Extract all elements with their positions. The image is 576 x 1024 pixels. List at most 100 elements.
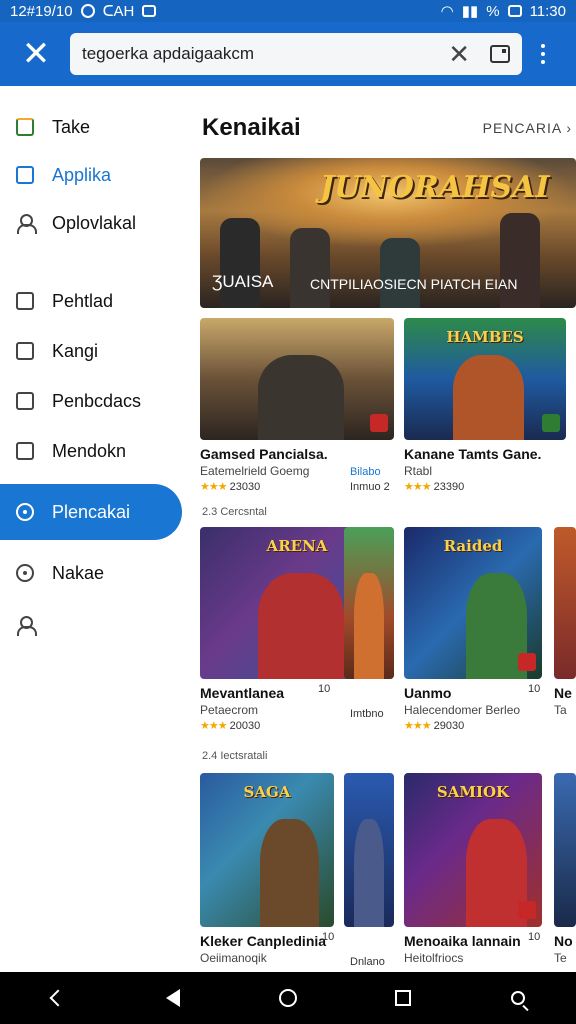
sidebar-item-label: Mendokn: [52, 440, 127, 461]
banner-title: JUNORAHSAI: [320, 170, 550, 205]
sidebar: Take Applika Oplovlakal Pehtlad Kangi Pe…: [0, 86, 190, 972]
game-subtitle: Rtabl: [404, 464, 433, 478]
game-card[interactable]: SAGA Kleker Canpledinia Oeiimanoqik: [200, 773, 334, 965]
sidebar-item-plencakai[interactable]: Plencakai: [0, 484, 182, 540]
clear-search-icon[interactable]: ✕: [448, 39, 470, 70]
more-menu-icon[interactable]: [538, 44, 548, 64]
search-box: ✕: [70, 33, 522, 75]
sidebar-item-penbcdacs[interactable]: Penbcdacs: [0, 374, 182, 428]
sidebar-item-mendokn[interactable]: Mendokn: [0, 424, 182, 478]
game-subtitle: Heitolfriocs: [404, 951, 464, 965]
game-title: Ne: [554, 685, 572, 701]
account-icon: [14, 212, 37, 234]
sidebar-item-label: Nakae: [52, 562, 105, 583]
section-title: Kenaikai: [202, 114, 301, 141]
game-rating: ★★★ 23390: [404, 481, 465, 493]
game-title: Uanmo: [404, 685, 452, 701]
card-note: Dnlano: [350, 956, 385, 968]
game-logo: Raided: [443, 537, 503, 555]
status-carrier: ᑕAH: [102, 3, 135, 20]
library-icon: [14, 290, 36, 312]
game-subtitle: Oeiimanoqik: [200, 951, 267, 965]
back-button[interactable]: [38, 978, 78, 1018]
book-icon: [14, 440, 36, 462]
sidebar-item-kangi[interactable]: Kangi: [0, 324, 182, 378]
status-time: 11:30: [529, 2, 566, 20]
game-logo: SAGA: [243, 783, 291, 801]
sidebar-item-person[interactable]: [0, 598, 182, 652]
game-card[interactable]: [344, 773, 394, 927]
game-title: Gamsed Pancialsa.: [200, 446, 328, 462]
triangle-icon: [165, 989, 180, 1007]
home-button[interactable]: [268, 978, 308, 1018]
sidebar-item-pehtlad[interactable]: Pehtlad: [0, 274, 182, 328]
card-note: 10: [528, 683, 541, 695]
sidebar-item-label: Oplovlakal: [52, 212, 137, 233]
game-card[interactable]: Ne Ta: [554, 527, 576, 717]
game-thumbnail: SAMIOK: [404, 773, 542, 927]
sidebar-item-take[interactable]: Take: [0, 100, 182, 154]
store-icon: [14, 116, 36, 138]
card-note: Imtbno: [350, 708, 384, 720]
game-logo: ARENA: [266, 537, 328, 555]
game-thumbnail: [554, 527, 576, 679]
game-title: Menoaika lannain: [404, 933, 521, 949]
section-header: Kenaikai PENCARIA ›: [202, 114, 572, 142]
sidebar-item-applika[interactable]: Applika: [0, 148, 182, 202]
row-label: 2.4 Iectsratali: [202, 750, 268, 762]
game-subtitle: Ta: [554, 703, 567, 717]
see-more-link[interactable]: PENCARIA ›: [483, 120, 572, 136]
close-icon[interactable]: ✕: [12, 30, 60, 78]
game-rating: ★★★ 20030: [200, 720, 261, 732]
game-thumbnail: [200, 318, 394, 440]
wifi-icon: ◠: [440, 3, 454, 20]
home-icon: [278, 989, 297, 1007]
sidebar-item-label: Take: [52, 116, 91, 137]
search-input[interactable]: [82, 44, 429, 64]
sidebar-item-nakae[interactable]: Nakae: [0, 546, 182, 600]
recents-icon: [395, 990, 412, 1006]
settings-icon: [14, 562, 36, 584]
game-card[interactable]: [344, 527, 394, 679]
game-thumbnail: Raided: [404, 527, 542, 679]
sidebar-item-label: Pehtlad: [52, 290, 114, 311]
message-icon: [142, 5, 157, 17]
game-card[interactable]: No Te: [554, 773, 576, 965]
banner-caption-left: ƷUAISA: [212, 272, 274, 291]
game-title: Mevantlanea: [200, 685, 285, 701]
card-note: 10: [322, 931, 335, 943]
game-title: Kleker Canpledinia: [200, 933, 327, 949]
featured-banner[interactable]: JUNORAHSAI ƷUAISA CNTPILIAOSIECN PIATCH …: [200, 158, 576, 308]
game-card[interactable]: SAMIOK Menoaika lannain Heitolfriocs: [404, 773, 542, 965]
game-thumbnail: HAMBES: [404, 318, 566, 440]
signal-icon: ▮▮: [461, 3, 479, 20]
app-bar: ✕ ✕: [0, 22, 576, 86]
recents-button[interactable]: [383, 978, 423, 1018]
sidebar-item-label: Penbcdacs: [52, 390, 142, 411]
game-logo: SAMIOK: [436, 783, 510, 801]
search-button[interactable]: [498, 978, 538, 1018]
system-nav-bar: [0, 972, 576, 1024]
app-badge-icon: [518, 653, 536, 671]
card-note: 10: [528, 931, 541, 943]
app-badge-icon: [542, 414, 560, 432]
game-card[interactable]: Raided Uanmo Halecendomer Berleo ★★★ 290…: [404, 527, 542, 732]
image-icon: [14, 390, 36, 412]
bag-icon: [14, 340, 36, 362]
app-badge-icon: [518, 901, 536, 919]
assistant-button[interactable]: [153, 978, 193, 1018]
sidebar-item-label: Kangi: [52, 340, 99, 361]
game-card[interactable]: HAMBES Kanane Tamts Gane. Rtabl ★★★ 2339…: [404, 318, 566, 493]
back-icon: [49, 989, 67, 1007]
game-thumbnail: [344, 773, 394, 927]
main-content: Kenaikai PENCARIA › JUNORAHSAI ƷUAISA CN…: [190, 86, 576, 972]
game-logo: HAMBES: [446, 328, 524, 346]
tabs-icon[interactable]: [490, 45, 510, 63]
card-note: Bilabo: [350, 466, 381, 478]
game-thumbnail: SAGA: [200, 773, 334, 927]
battery-icon: [507, 5, 522, 17]
battery-percent: %: [486, 2, 500, 20]
banner-caption-right: CNTPILIAOSIECN PIATCH EIAN: [310, 276, 518, 292]
game-thumbnail: [344, 527, 394, 679]
sidebar-item-oplovlakal[interactable]: Oplovlakal: [0, 196, 182, 250]
